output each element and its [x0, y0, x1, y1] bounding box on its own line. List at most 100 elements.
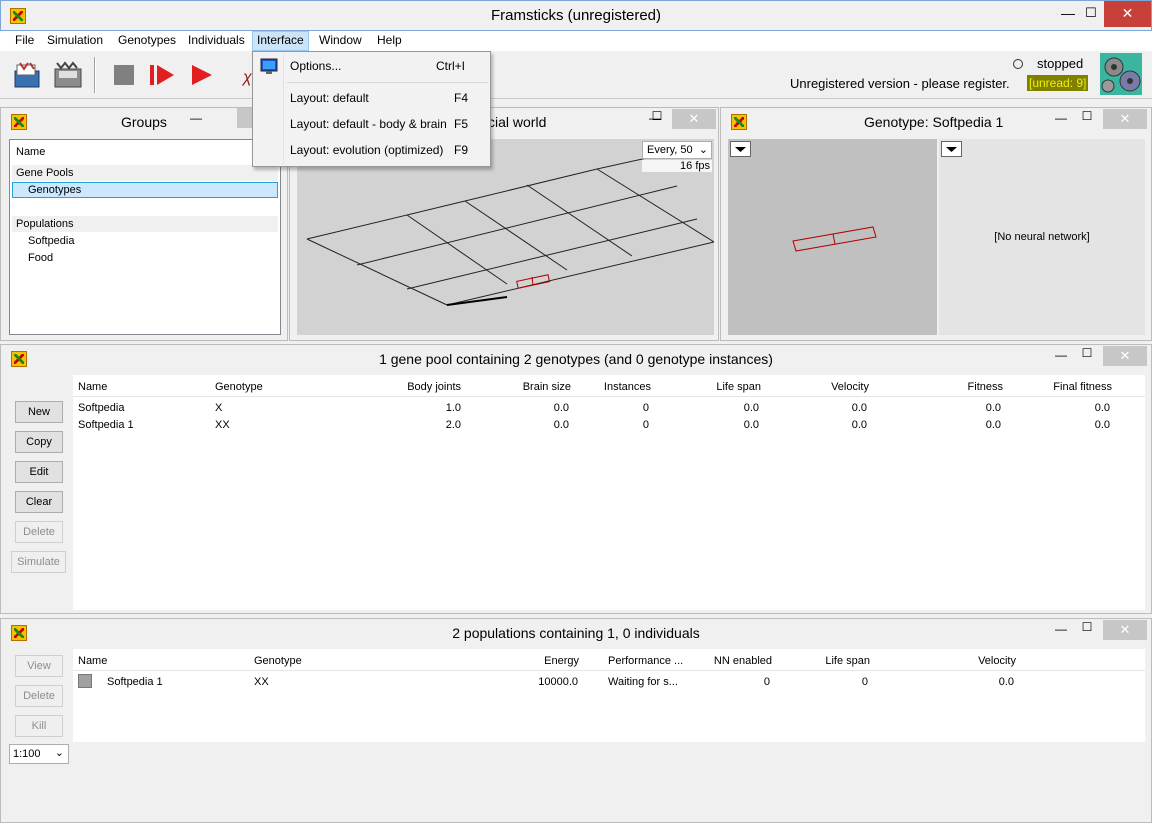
edit-button[interactable]: Edit	[15, 461, 63, 483]
groups-panel-title: Groups	[121, 114, 167, 130]
groups-tree-header: Name	[16, 146, 46, 158]
menu-file[interactable]: File	[11, 31, 38, 51]
population-maximize-button[interactable]: ☐	[1080, 620, 1094, 634]
genotype-minimize-button[interactable]: —	[1054, 111, 1068, 125]
gears-logo-icon	[1100, 53, 1142, 95]
title-bar: Framsticks (unregistered) — ☐ ✕	[0, 0, 1152, 31]
population-minimize-button[interactable]: —	[1054, 622, 1068, 636]
column-header[interactable]: Velocity	[781, 381, 869, 393]
gene-pool-panel: 1 gene pool containing 2 genotypes (and …	[0, 344, 1152, 614]
genotype-close-button[interactable]: ✕	[1103, 109, 1147, 129]
individual-color-swatch	[78, 674, 92, 688]
maximize-button[interactable]: ☐	[1074, 1, 1108, 27]
delete-individual-button[interactable]: Delete	[15, 685, 63, 707]
groups-panel-icon	[11, 114, 27, 130]
view-button[interactable]: View	[15, 655, 63, 677]
groups-tree: Name Gene Pools Genotypes Populations So…	[9, 139, 281, 335]
stop-icon[interactable]	[108, 59, 140, 91]
kill-button[interactable]: Kill	[15, 715, 63, 737]
column-header[interactable]: Genotype	[254, 655, 302, 667]
column-header[interactable]: Energy	[491, 655, 579, 667]
column-header[interactable]: Brain size	[483, 381, 571, 393]
genotype-maximize-button[interactable]: ☐	[1080, 109, 1094, 123]
world-close-button[interactable]: ✕	[672, 109, 716, 129]
save-disk-icon[interactable]	[51, 59, 83, 91]
brain-view-menu-button[interactable]	[941, 141, 962, 157]
column-header[interactable]: Velocity	[928, 655, 1016, 667]
chevron-down-icon: ⌄	[698, 144, 708, 156]
genotypes-table-header: Name Genotype Body joints Brain size Ins…	[73, 375, 1145, 397]
world-panel-title: cial world	[488, 114, 547, 130]
column-header[interactable]: Genotype	[215, 381, 263, 393]
status-text: stopped	[1037, 56, 1084, 71]
dropdown-arrow-icon	[735, 147, 746, 152]
dropdown-arrow-icon	[946, 147, 957, 152]
column-header[interactable]: Fitness	[915, 381, 1003, 393]
monitor-icon	[260, 58, 278, 74]
chi-icon[interactable]: χ	[243, 69, 252, 87]
play-icon[interactable]	[186, 59, 218, 91]
individuals-table-header: Name Genotype Energy Performance ... NN …	[73, 649, 1145, 671]
body-view[interactable]	[728, 139, 937, 335]
toolbar-separator	[94, 57, 96, 93]
menu-item-layout-body-brain[interactable]: Layout: default - body & brain F5	[253, 114, 490, 136]
zoom-select[interactable]: 1:100 ⌄	[9, 744, 69, 764]
gene-pool-maximize-button[interactable]: ☐	[1080, 346, 1094, 360]
population-panel: 2 populations containing 1, 0 individual…	[0, 618, 1152, 823]
gene-pools-group: Gene Pools	[12, 165, 278, 181]
column-header[interactable]: Body joints	[373, 381, 461, 393]
population-item[interactable]: Food	[28, 252, 53, 264]
column-header[interactable]: Life span	[673, 381, 761, 393]
menu-help[interactable]: Help	[373, 31, 406, 51]
population-close-button[interactable]: ✕	[1103, 620, 1147, 640]
new-button[interactable]: New	[15, 401, 63, 423]
column-header[interactable]: NN enabled	[684, 655, 772, 667]
genotype-panel-title: Genotype: Softpedia 1	[864, 114, 1004, 130]
population-panel-title: 2 populations containing 1, 0 individual…	[452, 625, 700, 641]
menu-simulation[interactable]: Simulation	[43, 31, 107, 51]
step-icon[interactable]	[146, 59, 178, 91]
menu-individuals[interactable]: Individuals	[184, 31, 249, 51]
gene-pool-item[interactable]: Genotypes	[12, 182, 278, 198]
column-header[interactable]: Name	[78, 655, 107, 667]
close-button[interactable]: ✕	[1104, 1, 1151, 27]
window-title: Framsticks (unregistered)	[490, 7, 662, 24]
column-header[interactable]: Performance ...	[608, 655, 683, 667]
frame-rate-select[interactable]: Every, 50 ⌄	[642, 141, 712, 159]
simulate-button[interactable]: Simulate	[11, 551, 66, 573]
table-row[interactable]: Softpedia X 1.0 0.0 0 0.0 0.0 0.0 0.0	[73, 400, 1145, 417]
unread-badge[interactable]: [unread: 9]	[1027, 75, 1089, 91]
fps-readout: 16 fps	[642, 160, 712, 172]
neural-network-status: [No neural network]	[994, 231, 1090, 243]
gene-pool-panel-title: 1 gene pool containing 2 genotypes (and …	[379, 351, 773, 367]
body-view-menu-button[interactable]	[730, 141, 751, 157]
menu-item-layout-evolution[interactable]: Layout: evolution (optimized) F9	[253, 140, 490, 162]
column-header[interactable]: Name	[78, 381, 107, 393]
column-header[interactable]: Life span	[782, 655, 870, 667]
genotype-panel: Genotype: Softpedia 1 — ☐ ✕ [No neural n…	[720, 107, 1152, 341]
menu-interface[interactable]: Interface	[252, 31, 309, 51]
genotype-panel-icon	[731, 114, 747, 130]
world-view[interactable]: Every, 50 ⌄ 16 fps	[297, 139, 714, 335]
menu-separator	[287, 82, 488, 83]
menu-genotypes[interactable]: Genotypes	[114, 31, 180, 51]
menu-item-layout-default[interactable]: Layout: default F4	[253, 88, 490, 110]
groups-panel: Groups — Name Gene Pools Genotypes Popul…	[0, 107, 288, 341]
menu-item-options[interactable]: Options... Ctrl+I	[253, 56, 490, 78]
table-row[interactable]: Softpedia 1 XX 10000.0 Waiting for s... …	[73, 674, 1145, 692]
gene-pool-minimize-button[interactable]: —	[1054, 348, 1068, 362]
menu-window[interactable]: Window	[315, 31, 366, 51]
open-folder-icon[interactable]	[12, 59, 44, 91]
column-header[interactable]: Final fitness	[1024, 381, 1112, 393]
world-maximize-button[interactable]: ☐	[650, 109, 664, 123]
groups-minimize-button[interactable]: —	[189, 111, 203, 125]
table-row[interactable]: Softpedia 1 XX 2.0 0.0 0 0.0 0.0 0.0 0.0	[73, 417, 1145, 434]
creature-body-model	[792, 226, 877, 252]
clear-button[interactable]: Clear	[15, 491, 63, 513]
population-item[interactable]: Softpedia	[28, 235, 74, 247]
gene-pool-close-button[interactable]: ✕	[1103, 346, 1147, 366]
delete-button[interactable]: Delete	[15, 521, 63, 543]
column-header[interactable]: Instances	[563, 381, 651, 393]
brain-view[interactable]: [No neural network]	[939, 139, 1145, 335]
copy-button[interactable]: Copy	[15, 431, 63, 453]
